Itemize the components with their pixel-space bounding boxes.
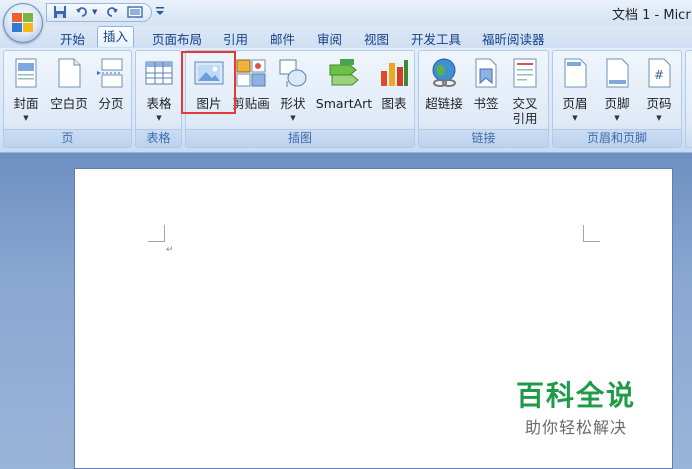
watermark-title: 百科全说 bbox=[516, 379, 637, 412]
tab-foxit-reader[interactable]: 福昕阅读器 bbox=[482, 29, 545, 48]
svg-text:#: # bbox=[654, 68, 664, 82]
smartart-label: SmartArt bbox=[315, 96, 373, 111]
page-number-label: 页码 bbox=[646, 96, 672, 111]
clip-art-button[interactable]: 剪贴画 bbox=[232, 53, 270, 129]
top-left-crop-mark bbox=[148, 225, 165, 242]
window-title: 文档 1 - Micr bbox=[612, 8, 691, 23]
page-number-icon: # bbox=[648, 58, 671, 88]
cover-page-label: 封面 bbox=[13, 96, 39, 111]
clip-art-icon bbox=[236, 59, 266, 87]
bookmark-button[interactable]: 书签 bbox=[470, 53, 502, 129]
footer-icon bbox=[606, 58, 629, 88]
tab-insert[interactable]: 插入 bbox=[97, 26, 135, 47]
cross-reference-button[interactable]: 交叉 引用 bbox=[507, 53, 543, 129]
footer-dropdown-icon[interactable]: ▼ bbox=[614, 114, 619, 122]
group-header-footer: 页眉 ▼ 页脚 ▼ # 页码 ▼ 页眉和页脚 bbox=[552, 50, 682, 148]
customize-qat-icon[interactable] bbox=[155, 3, 165, 20]
top-right-crop-mark bbox=[583, 225, 600, 242]
cross-reference-icon bbox=[513, 58, 537, 88]
group-links: 超链接 书签 交叉 引用 链接 bbox=[418, 50, 549, 148]
picture-button-highlight bbox=[181, 51, 236, 114]
redo-icon[interactable] bbox=[105, 5, 119, 22]
tab-home[interactable]: 开始 bbox=[60, 29, 85, 48]
page-break-icon bbox=[97, 58, 123, 88]
table-label: 表格 bbox=[146, 96, 172, 111]
bookmark-icon bbox=[475, 58, 497, 88]
chart-button[interactable]: 图表 bbox=[378, 53, 410, 129]
cover-page-button[interactable]: 封面 ▼ bbox=[9, 53, 43, 129]
group-page: 封面 ▼ 空白页 分页 页 bbox=[3, 50, 132, 148]
header-icon bbox=[564, 58, 587, 88]
undo-icon[interactable] bbox=[75, 5, 89, 22]
title-bar: ▼ 文档 1 - Micr bbox=[0, 0, 692, 26]
document-page[interactable]: ↵ 百科全说 助你轻松解决 bbox=[74, 168, 673, 469]
quick-access-toolbar: ▼ bbox=[46, 3, 152, 22]
shapes-dropdown-icon[interactable]: ▼ bbox=[290, 114, 295, 122]
shapes-icon bbox=[279, 59, 307, 87]
smartart-button[interactable]: SmartArt bbox=[316, 53, 372, 129]
page-break-label: 分页 bbox=[98, 96, 124, 111]
office-button[interactable] bbox=[3, 3, 43, 43]
tab-review[interactable]: 审阅 bbox=[317, 29, 342, 48]
tab-view[interactable]: 视图 bbox=[364, 29, 389, 48]
page-number-dropdown-icon[interactable]: ▼ bbox=[656, 114, 661, 122]
header-dropdown-icon[interactable]: ▼ bbox=[572, 114, 577, 122]
cover-page-icon bbox=[15, 58, 37, 88]
ribbon-tab-bar: 开始 插入 页面布局 引用 邮件 审阅 视图 开发工具 福昕阅读器 bbox=[0, 26, 692, 48]
group-links-label: 链接 bbox=[419, 129, 548, 147]
chart-label: 图表 bbox=[381, 96, 407, 111]
blank-page-button[interactable]: 空白页 bbox=[50, 53, 88, 129]
save-icon[interactable] bbox=[53, 5, 67, 22]
smartart-icon bbox=[329, 59, 359, 86]
watermark-subtitle: 助你轻松解决 bbox=[525, 418, 628, 437]
ribbon: 封面 ▼ 空白页 分页 页 表格 ▼ 表格 图片 剪贴画 形状 ▼ SmartA… bbox=[0, 48, 692, 153]
tab-page-layout[interactable]: 页面布局 bbox=[152, 29, 202, 48]
page-break-button[interactable]: 分页 bbox=[94, 53, 128, 129]
table-dropdown-icon[interactable]: ▼ bbox=[156, 114, 161, 122]
hyperlink-label: 超链接 bbox=[425, 96, 463, 111]
group-table: 表格 ▼ 表格 bbox=[135, 50, 182, 148]
paragraph-mark: ↵ bbox=[166, 245, 174, 255]
group-illustrations-label: 插图 bbox=[186, 129, 414, 147]
group-header-footer-label: 页眉和页脚 bbox=[553, 129, 681, 147]
footer-label: 页脚 bbox=[604, 96, 630, 111]
print-preview-icon[interactable] bbox=[127, 5, 143, 22]
shapes-button[interactable]: 形状 ▼ bbox=[276, 53, 310, 129]
table-button[interactable]: 表格 ▼ bbox=[142, 53, 176, 129]
header-label: 页眉 bbox=[562, 96, 588, 111]
cross-reference-label: 交叉 引用 bbox=[512, 96, 538, 126]
hyperlink-button[interactable]: 超链接 bbox=[423, 53, 465, 129]
cover-page-dropdown-icon[interactable]: ▼ bbox=[23, 114, 28, 122]
blank-page-label: 空白页 bbox=[50, 96, 88, 111]
tab-mailings[interactable]: 邮件 bbox=[270, 29, 295, 48]
group-next-partial bbox=[685, 50, 692, 148]
footer-button[interactable]: 页脚 ▼ bbox=[600, 53, 634, 129]
hyperlink-globe-icon bbox=[432, 58, 456, 87]
tab-developer[interactable]: 开发工具 bbox=[411, 29, 461, 48]
blank-page-icon bbox=[58, 58, 81, 88]
tab-references[interactable]: 引用 bbox=[223, 29, 248, 48]
table-icon bbox=[145, 61, 173, 85]
header-button[interactable]: 页眉 ▼ bbox=[558, 53, 592, 129]
page-number-button[interactable]: # 页码 ▼ bbox=[642, 53, 676, 129]
office-logo-icon bbox=[12, 13, 33, 32]
group-page-label: 页 bbox=[4, 129, 131, 147]
undo-dropdown-icon[interactable]: ▼ bbox=[92, 8, 97, 16]
group-table-label: 表格 bbox=[136, 129, 181, 147]
chart-icon bbox=[381, 60, 408, 86]
